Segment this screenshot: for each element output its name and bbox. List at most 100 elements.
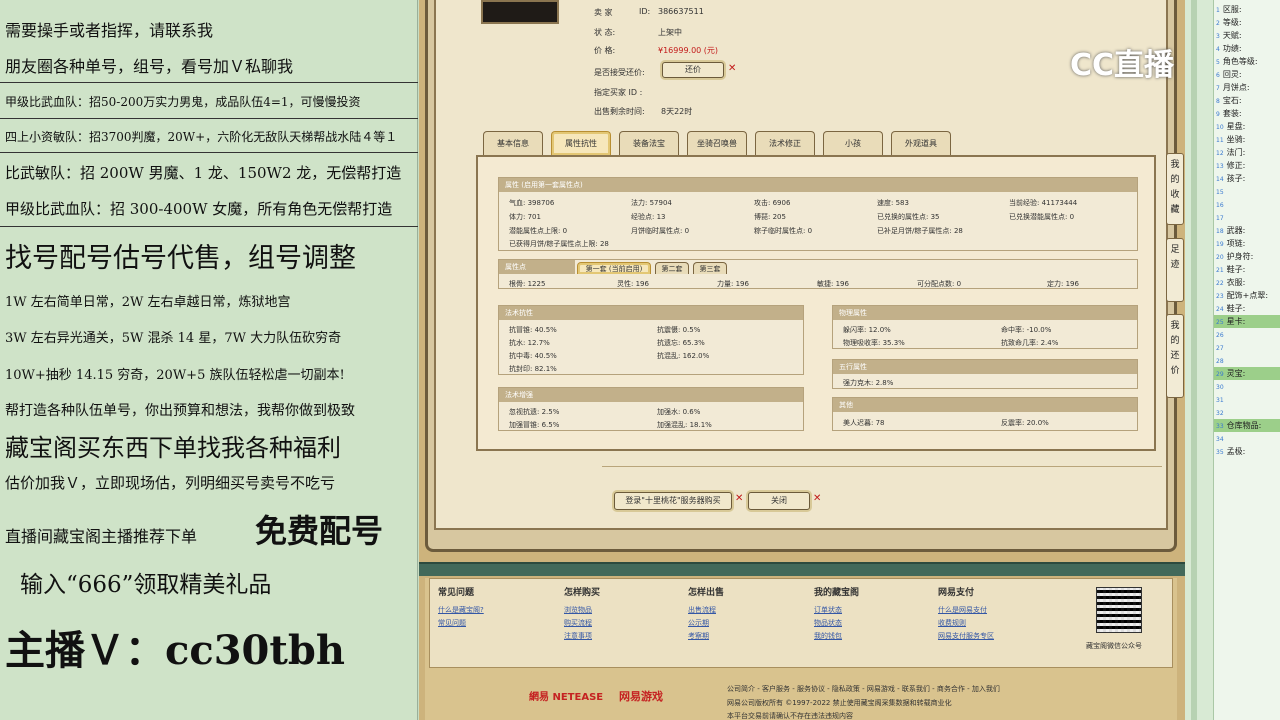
tab-mounts-pets[interactable]: 坐骑召唤兽 (687, 131, 747, 155)
spell-resist-box: 法术抗性 抗冒锥: 40.5% 抗震慑: 0.5% 抗水: 12.7% 抗遗忘:… (498, 305, 804, 375)
line-number: 32 (1216, 410, 1224, 417)
ad-line: 直播间藏宝阁主播推荐下单 (5, 527, 198, 546)
line-number: 5 (1216, 59, 1220, 66)
other-item: 反震率: 20.0% (1001, 419, 1049, 427)
my-bargains-button[interactable]: 我的还价 (1166, 314, 1184, 398)
remaining-label: 出售剩余时间: (594, 107, 645, 116)
footer-link[interactable]: 什么是网易支付 (938, 604, 994, 617)
footer-link[interactable]: 订单状态 (814, 604, 859, 617)
divider (0, 118, 418, 119)
footer-column: 网易支付 什么是网易支付 收费规则 网易支付服务专区 (938, 585, 994, 643)
boost-item: 加强混乱: 18.1% (657, 421, 712, 429)
checklist-label: 修正: (1226, 161, 1246, 170)
points-header: 属性点 (499, 260, 575, 274)
boost-item: 加强冒锥: 6.5% (509, 421, 560, 429)
footer-help-box: 常见问题 什么是藏宝阁? 常见问题 怎样购买 浏览物品 购买流程 注意事项 怎样… (429, 578, 1173, 668)
footer-link[interactable]: 网易支付服务专区 (938, 630, 994, 643)
point-minjie: 敏捷: 196 (817, 280, 849, 288)
footer-link[interactable]: 物品状态 (814, 617, 859, 630)
my-favorites-button[interactable]: 我的收藏 (1166, 153, 1184, 225)
tab-point-set-3[interactable]: 第三套 (693, 262, 727, 274)
ad-line: 四上小资敏队：招3700判魔，20W+，六阶化无敌队天梯帮战水陆４等１ (5, 130, 398, 144)
checklist-label: 配饰+点翠: (1226, 291, 1269, 300)
footer-link[interactable]: 购买流程 (564, 617, 600, 630)
checklist-label: 坐骑: (1226, 135, 1246, 144)
ad-headline: 找号配号估号代售，组号调整 (5, 243, 356, 274)
checklist-row: 12 法门: (1214, 146, 1280, 159)
bargain-button[interactable]: 还价 (662, 62, 724, 78)
footer-column-title: 我的藏宝阁 (814, 588, 860, 598)
footer-link[interactable]: 浏览物品 (564, 604, 600, 617)
attributes-panel: 属性 (启用第一套属性点) 气血: 398706 法力: 57904 攻击: 6… (476, 155, 1156, 451)
spell-resist-header: 法术抗性 (499, 306, 803, 320)
line-number: 10 (1216, 124, 1224, 131)
ad-line: 1W 左右简单日常，2W 左右卓越日常，炼狱地宫 (5, 295, 291, 310)
checklist-row: 34 (1214, 432, 1280, 445)
line-number: 6 (1216, 72, 1220, 79)
seller-id-label: ID: (639, 7, 651, 16)
line-number: 13 (1216, 163, 1224, 170)
line-number: 17 (1216, 215, 1224, 222)
tab-basic-info[interactable]: 基本信息 (483, 131, 543, 155)
account-checklist: 1 区服: 2 等级: 3 天赋: 4 功绩: 5 角色等级: 6 回灵: 7 月饼点: 8 宝石: 9 套装: 1… (1213, 0, 1280, 720)
stat-bo: 博琵: 205 (754, 213, 786, 221)
footer-link[interactable]: 公示期 (688, 617, 724, 630)
copyright: 网易公司版权所有 ©1997-2022 禁止使用藏宝阁采集数据和转载商业化 (727, 699, 952, 707)
line-number: 24 (1216, 306, 1224, 313)
line-number: 35 (1216, 449, 1224, 456)
footer-links-line[interactable]: 公司简介 - 客户服务 - 服务协议 - 隐私政策 - 网易游戏 - 联系我们 … (727, 684, 1000, 694)
checklist-row: 22 衣服: (1214, 276, 1280, 289)
line-number: 22 (1216, 280, 1224, 287)
footer-link[interactable]: 注意事项 (564, 630, 600, 643)
close-button[interactable]: 关闭 (748, 492, 810, 510)
resist-item: 抗水: 12.7% (509, 339, 550, 347)
ad-line: 朋友圈各种单号，组号，看号加Ｖ私聊我 (5, 57, 294, 76)
scrollbar[interactable] (1191, 0, 1197, 720)
line-number: 19 (1216, 241, 1224, 248)
checklist-row: 32 (1214, 406, 1280, 419)
tab-appearance[interactable]: 外观道具 (891, 131, 951, 155)
status-label: 状 态: (594, 28, 616, 37)
ad-headline: 免费配号 (255, 512, 384, 550)
checklist-label: 仓库物品: (1226, 421, 1262, 430)
footer-link[interactable]: 我的钱包 (814, 630, 859, 643)
footprint-button[interactable]: 足迹 (1166, 238, 1184, 302)
stat-exchanged: 已兑换的属性点: 35 (877, 213, 940, 221)
checklist-label: 项链: (1226, 239, 1246, 248)
footer-column-title: 怎样出售 (688, 588, 725, 598)
line-number: 11 (1216, 137, 1224, 144)
tab-equipment[interactable]: 装备法宝 (619, 131, 679, 155)
stat-mp: 法力: 57904 (631, 199, 672, 207)
attributes-header: 属性 (启用第一套属性点) (499, 178, 1137, 192)
stat-filled: 已补足月饼/粽子属性点: 28 (877, 227, 963, 235)
remaining-value: 8天22时 (661, 107, 693, 116)
footer-link[interactable]: 出售流程 (688, 604, 724, 617)
line-number: 20 (1216, 254, 1224, 261)
stat-attack: 攻击: 6906 (754, 199, 791, 207)
tab-child[interactable]: 小孩 (823, 131, 883, 155)
footer-link[interactable]: 常见问题 (438, 617, 484, 630)
tab-attributes[interactable]: 属性抗性 (551, 131, 611, 155)
checklist-row: 27 (1214, 341, 1280, 354)
point-dingli: 定力: 196 (1047, 280, 1079, 288)
tab-spell-correction[interactable]: 法术修正 (755, 131, 815, 155)
checklist-row: 24 鞋子: (1214, 302, 1280, 315)
stat-speed: 速度: 583 (877, 199, 909, 207)
checklist-row: 16 (1214, 198, 1280, 211)
footer-link[interactable]: 考察期 (688, 630, 724, 643)
checklist-row: 21 鞋子: (1214, 263, 1280, 276)
bargain-label: 是否接受还价: (594, 68, 645, 77)
checklist-label: 星卡: (1226, 317, 1246, 326)
footer-link[interactable]: 收费规则 (938, 617, 994, 630)
footer-link[interactable]: 什么是藏宝阁? (438, 604, 484, 617)
line-number: 30 (1216, 384, 1224, 391)
stat-zongzi-temp: 粽子临时属性点: 0 (754, 227, 813, 235)
spell-boost-header: 法术增强 (499, 388, 803, 402)
character-avatar (481, 0, 559, 24)
price-value: ¥16999.00 (元) (658, 46, 719, 55)
tab-point-set-2[interactable]: 第二套 (655, 262, 689, 274)
checklist-label: 宝石: (1222, 96, 1242, 105)
tab-point-set-1[interactable]: 第一套 (当前启用) (577, 262, 651, 274)
close-x-icon: ✕ (728, 63, 737, 74)
buy-on-server-button[interactable]: 登录"十里桃花"服务器购买 (614, 492, 732, 510)
